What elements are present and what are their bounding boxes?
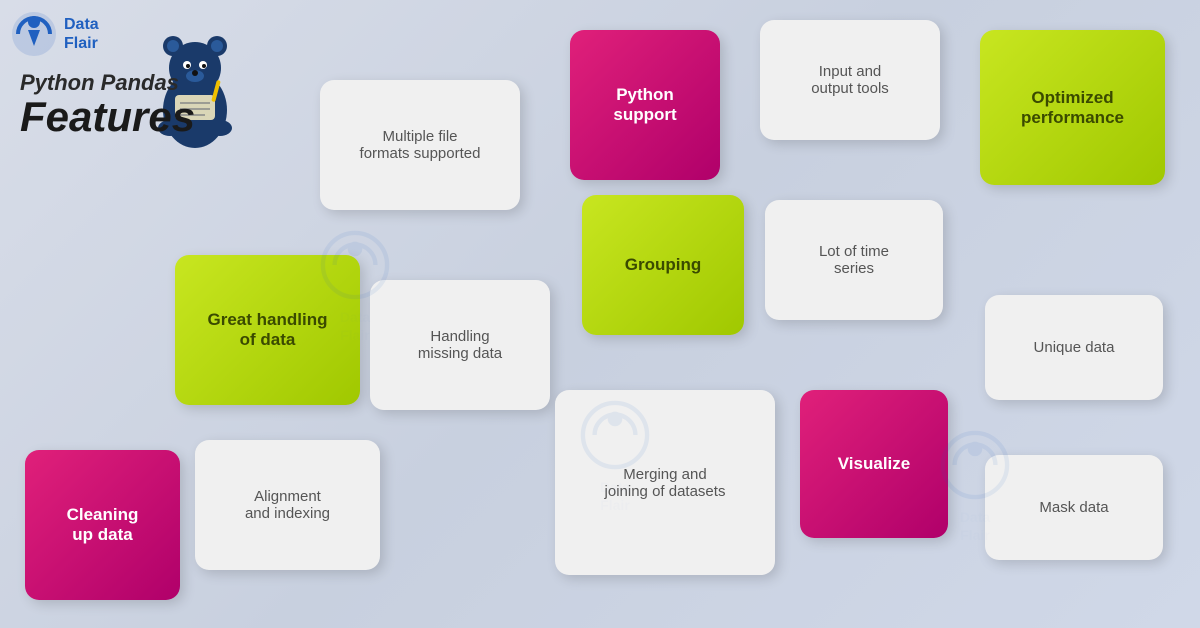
optimized-card: Optimized performance [980, 30, 1165, 185]
handling-missing-card: Handling missing data [370, 280, 550, 410]
cleaning-up-label: Cleaning up data [67, 505, 139, 545]
lot-time-series-card: Lot of time series [765, 200, 943, 320]
grouping-label: Grouping [625, 255, 701, 275]
title-area: Python Pandas Features [20, 70, 280, 138]
unique-data-label: Unique data [1034, 339, 1115, 356]
input-output-label: Input and output tools [811, 63, 889, 97]
logo-line2: Flair [64, 34, 99, 53]
mask-data-label: Mask data [1039, 499, 1108, 516]
cleaning-up-card: Cleaning up data [25, 450, 180, 600]
handling-missing-label: Handling missing data [418, 328, 502, 362]
mask-data-card: Mask data [985, 455, 1163, 560]
title-features: Features [20, 96, 280, 138]
great-handling-card: Great handling of data [175, 255, 360, 405]
logo-line1: Data [64, 15, 99, 34]
optimized-label: Optimized performance [1021, 88, 1124, 128]
grouping-card: Grouping [582, 195, 744, 335]
merging-card: Merging and joining of datasets [555, 390, 775, 575]
python-support-card: Python support [570, 30, 720, 180]
alignment-card: Alignment and indexing [195, 440, 380, 570]
input-output-card: Input and output tools [760, 20, 940, 140]
merging-label: Merging and joining of datasets [605, 466, 726, 500]
visualize-label: Visualize [838, 454, 910, 474]
unique-data-card: Unique data [985, 295, 1163, 400]
multiple-file-label: Multiple file formats supported [360, 128, 481, 162]
visualize-card: Visualize [800, 390, 948, 538]
alignment-label: Alignment and indexing [245, 488, 330, 522]
logo-text: Data Flair [64, 15, 99, 53]
python-support-label: Python support [613, 85, 676, 125]
multiple-file-card: Multiple file formats supported [320, 80, 520, 210]
logo: Data Flair [10, 10, 99, 58]
great-handling-label: Great handling of data [208, 310, 328, 350]
lot-time-series-label: Lot of time series [819, 243, 889, 277]
logo-icon [10, 10, 58, 58]
